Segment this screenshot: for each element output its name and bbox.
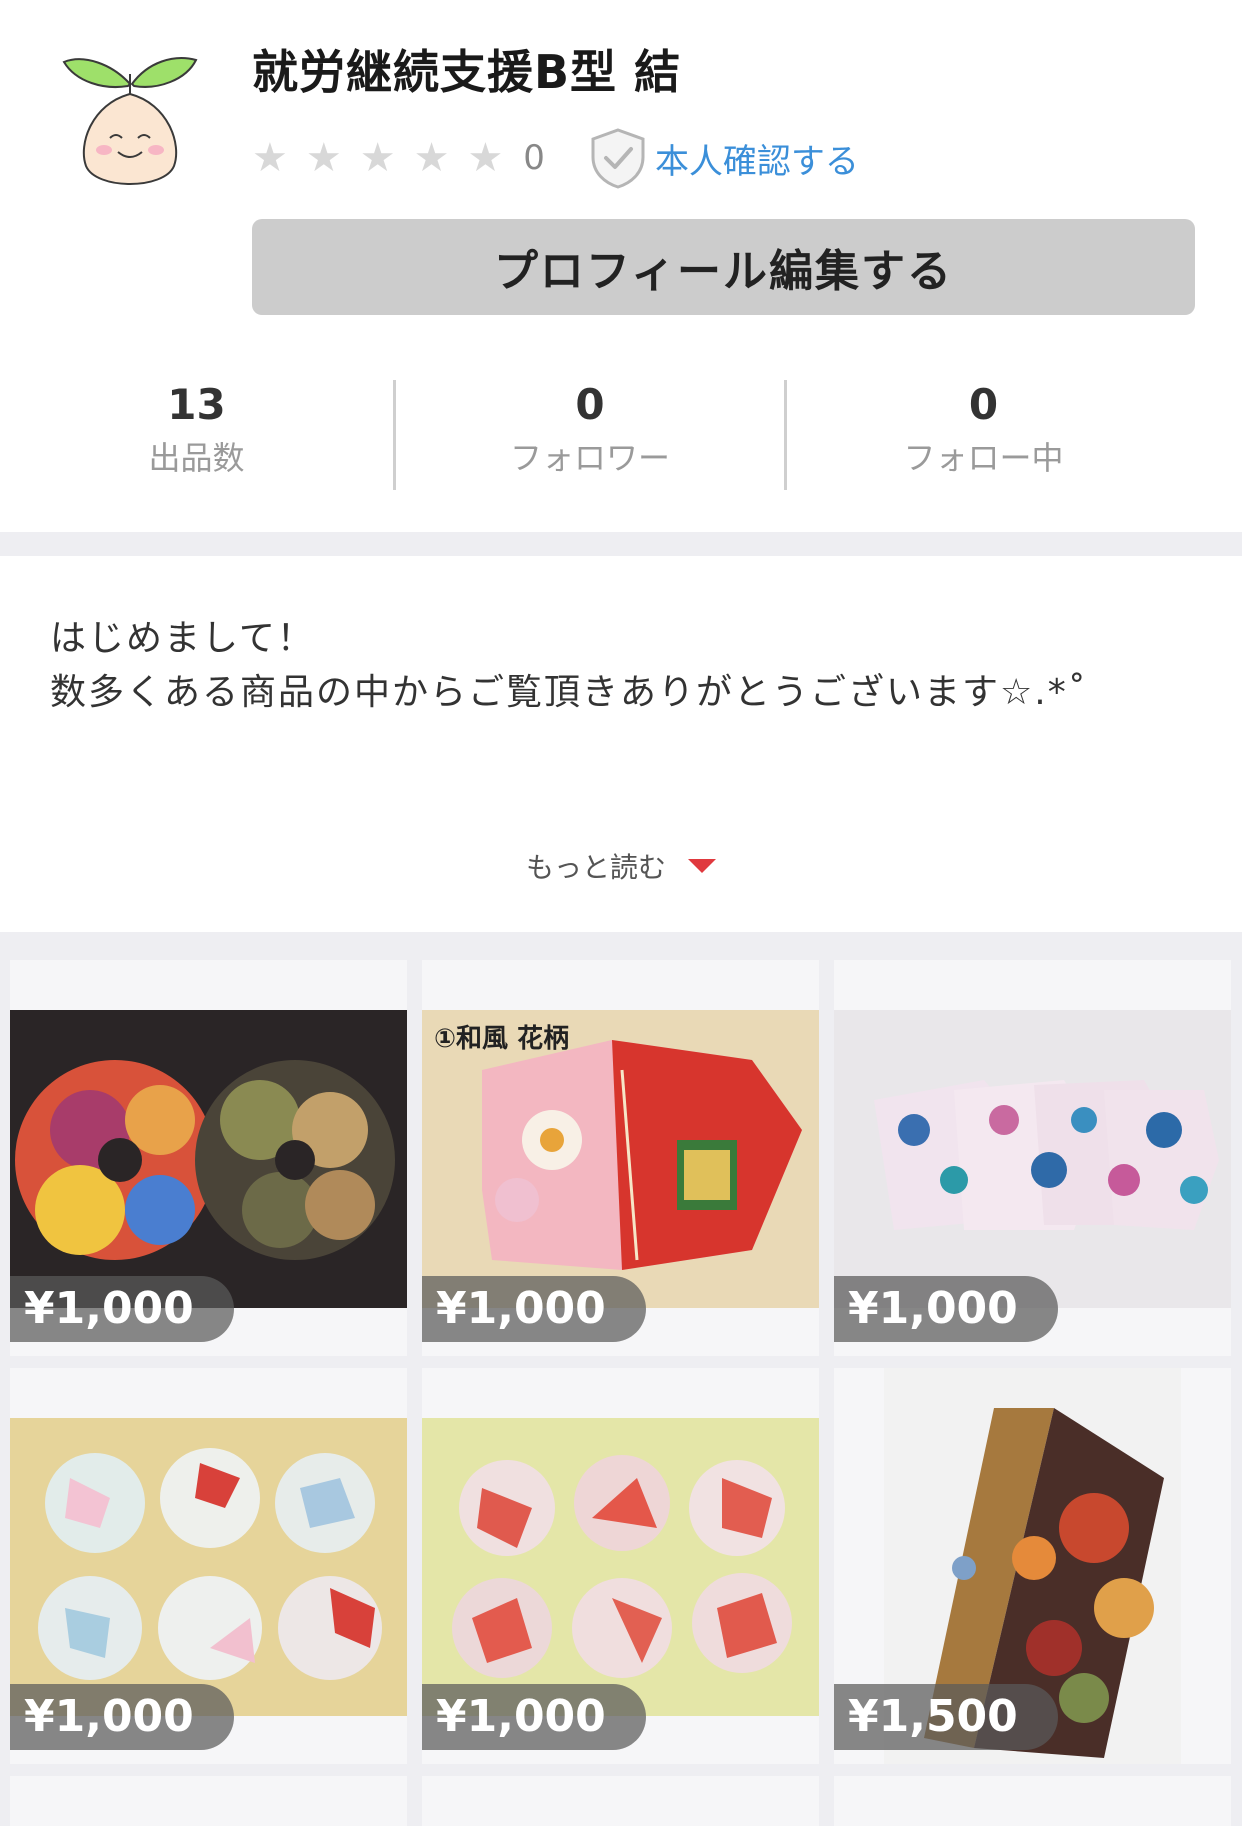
item-photo [422, 1418, 819, 1716]
stat-listings[interactable]: 13 出品数 [0, 380, 393, 490]
item-photo [10, 1418, 407, 1716]
star-icon: ★ [359, 135, 396, 181]
read-more-link[interactable]: もっと読む [0, 846, 1242, 886]
item-photo: ①和風 花柄 [422, 1010, 819, 1308]
item-card[interactable] [422, 1776, 819, 1826]
section-divider [0, 532, 1242, 556]
bio-line: はじめまして！ [50, 618, 315, 659]
caret-down-icon [688, 859, 716, 873]
stat-followers[interactable]: 0 フォロワー [393, 380, 787, 490]
stats-row: 13 出品数 0 フォロワー 0 フォロー中 [0, 380, 1242, 490]
item-price: ¥1,000 [422, 1684, 646, 1750]
rating-count: 0 [523, 138, 545, 178]
rating-row: ★ ★ ★ ★ ★ 0 本人確認する [252, 128, 859, 189]
stat-label: フォロー中 [903, 439, 1064, 477]
shield-check-icon [591, 128, 645, 189]
verify-identity-link[interactable]: 本人確認する [589, 127, 859, 189]
stat-label: フォロワー [509, 439, 670, 477]
profile-header: 就労継続支援B型 結 ★ ★ ★ ★ ★ 0 本人確認する プロフィール編集する… [0, 0, 1242, 532]
stat-following[interactable]: 0 フォロー中 [787, 380, 1180, 490]
edit-profile-button[interactable]: プロフィール編集する [252, 219, 1195, 315]
photo-caption: ①和風 花柄 [434, 1024, 570, 1054]
read-more-label: もっと読む [525, 851, 666, 884]
stat-value: 0 [575, 380, 605, 429]
star-icon: ★ [252, 135, 288, 181]
verify-identity-label: 本人確認する [654, 141, 859, 182]
star-icon: ★ [467, 135, 504, 181]
item-price: ¥1,000 [10, 1684, 234, 1750]
item-price: ¥1,000 [834, 1276, 1058, 1342]
item-card[interactable] [10, 1776, 407, 1826]
bio-text: はじめまして！ 数多くある商品の中からご覧頂きありがとうございます☆.*˚ [50, 612, 1088, 720]
item-card[interactable]: ¥1,000 [834, 960, 1231, 1356]
item-price: ¥1,500 [834, 1684, 1058, 1750]
star-icon: ★ [413, 135, 450, 181]
stat-label: 出品数 [148, 439, 245, 477]
item-card[interactable]: ¥1,000 [422, 1368, 819, 1764]
item-card[interactable]: ¥1,500 [834, 1368, 1231, 1764]
item-card[interactable]: ①和風 花柄 ¥1,000 [422, 960, 819, 1356]
item-photo [10, 1010, 407, 1308]
item-grid: ¥1,000 ①和風 花柄 ¥1,000 ¥1,000 ¥1,000 ¥1,00… [0, 932, 1242, 1826]
item-card[interactable]: ¥1,000 [10, 1368, 407, 1764]
avatar[interactable] [62, 44, 198, 194]
star-icon: ★ [305, 135, 342, 181]
stat-value: 0 [968, 380, 999, 429]
item-card[interactable]: ¥1,000 [10, 960, 407, 1356]
bio-section: はじめまして！ 数多くある商品の中からご覧頂きありがとうございます☆.*˚ もっ… [0, 556, 1242, 932]
bio-line: 数多くある商品の中からご覧頂きありがとうございます☆.*˚ [50, 672, 1088, 713]
item-price: ¥1,000 [10, 1276, 234, 1342]
shop-name: 就労継続支援B型 結 [252, 45, 682, 99]
item-photo [834, 1010, 1231, 1308]
item-price: ¥1,000 [422, 1276, 646, 1342]
item-card[interactable] [834, 1776, 1231, 1826]
stat-value: 13 [167, 380, 226, 429]
